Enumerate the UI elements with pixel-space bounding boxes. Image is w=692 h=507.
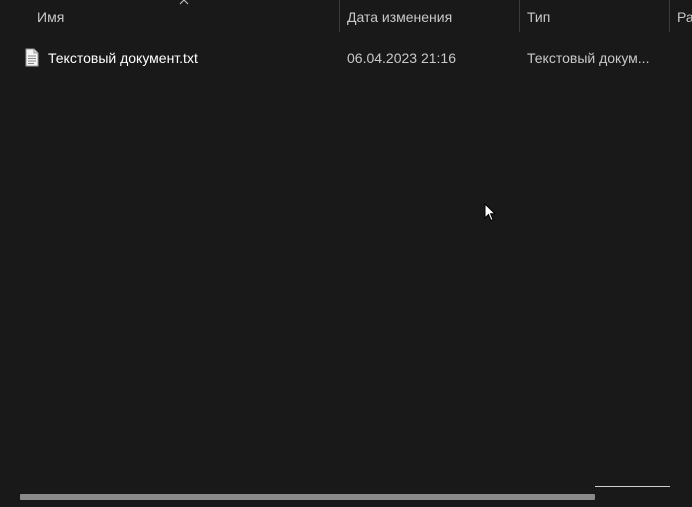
file-name[interactable]: Текстовый документ.txt [48, 46, 328, 70]
file-date-modified: 06.04.2023 21:16 [347, 50, 456, 66]
scrollbar-edge-line [595, 486, 670, 487]
text-file-icon [25, 48, 39, 67]
file-explorer-view: Имя Дата изменения Тип Ра Текстовый доку… [0, 0, 692, 507]
column-divider[interactable] [519, 0, 520, 32]
column-divider[interactable] [339, 0, 340, 32]
mouse-pointer-icon [484, 203, 496, 222]
column-header-type[interactable]: Тип [527, 0, 667, 34]
file-row[interactable]: Текстовый документ.txt 06.04.2023 21:16 … [0, 46, 692, 70]
column-header-bar: Имя Дата изменения Тип Ра [0, 0, 692, 34]
column-header-date-modified[interactable]: Дата изменения [347, 0, 517, 34]
column-divider[interactable] [669, 0, 670, 32]
horizontal-scrollbar-thumb[interactable] [20, 494, 595, 500]
file-type: Текстовый докум... [527, 50, 650, 66]
column-header-size[interactable]: Ра [677, 0, 692, 34]
column-header-name[interactable]: Имя [37, 0, 317, 34]
